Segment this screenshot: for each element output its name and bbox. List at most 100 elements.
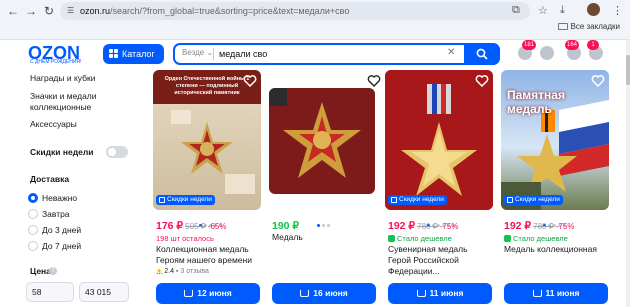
profile-avatar[interactable] (587, 3, 600, 16)
category-awards[interactable]: Награды и кубки (30, 73, 95, 84)
search-icon (476, 48, 488, 60)
url-host: ozon.ru (80, 6, 111, 16)
medal-photo (269, 88, 375, 194)
page-scrollbar[interactable] (626, 40, 630, 307)
radio-delivery-3days[interactable] (28, 225, 38, 235)
product-card[interactable]: Орден Отечественной войны 1 степени — по… (153, 70, 261, 307)
product-title[interactable]: Медаль (272, 232, 376, 243)
add-to-cart-button[interactable]: 12 июня (156, 283, 260, 304)
download-icon[interactable]: ⤓ (560, 4, 565, 17)
product-card[interactable]: Скидки недели 192 ₽780 ₽ -75% Стало дешев… (385, 70, 493, 307)
info-icon[interactable]: ? (49, 267, 57, 275)
favorite-heart-icon[interactable] (475, 74, 489, 88)
grid-icon (109, 49, 118, 58)
product-price-value: 176 ₽ (156, 220, 184, 232)
delivery-date: 12 июня (197, 288, 232, 298)
product-rating: ★ 2.4 ▪ 3 отзыва (156, 267, 209, 275)
product-image[interactable]: Памятная медаль Скидки недели (501, 70, 609, 210)
cart-icon (532, 290, 542, 297)
bookmark-star-icon[interactable]: ☆ (538, 4, 548, 17)
browser-toolbar: ← → ↻ ☰ ozon.ru/search/?from_global=true… (0, 0, 630, 40)
orders-icon[interactable] (540, 46, 554, 60)
add-to-cart-button[interactable]: 16 июня (272, 283, 376, 304)
price-dropped: Стало дешевле (504, 234, 568, 243)
price-from-input[interactable]: 58 (26, 282, 74, 302)
product-title[interactable]: Медаль коллекционная (504, 244, 608, 255)
product-price: 176 ₽505 ₽ -65% (156, 220, 226, 232)
cart-icon (300, 290, 310, 297)
delivery-date: 11 июня (545, 288, 580, 298)
product-discount: -65% (207, 222, 227, 231)
cart-icon (184, 290, 194, 297)
cart-icon (416, 290, 426, 297)
product-card[interactable]: 190 ₽ Медаль 16 июня (269, 70, 381, 307)
search-input[interactable] (219, 46, 439, 62)
week-discount-tag-label: Скидки недели (167, 196, 212, 203)
product-card[interactable]: Памятная медаль Скидки недели 192 ₽780 ₽… (501, 70, 609, 307)
delivery-heading: Доставка (30, 174, 70, 184)
forward-icon[interactable]: → (24, 4, 38, 18)
address-bar[interactable]: ☰ ozon.ru/search/?from_global=true&sorti… (60, 2, 530, 20)
price-dropped-label: Стало дешевле (513, 234, 568, 243)
tag-icon (159, 197, 165, 203)
search-button[interactable] (464, 43, 500, 65)
catalog-label: Каталог (122, 49, 155, 59)
stock-left: 198 шт осталось (156, 234, 214, 243)
favorite-heart-icon[interactable] (591, 74, 605, 88)
product-title[interactable]: Сувенирная медаль Герой Российской Федер… (388, 244, 492, 277)
favorite-heart-icon[interactable] (243, 74, 257, 88)
all-bookmarks[interactable]: Все закладки (557, 22, 620, 31)
product-price-value: 192 ₽ (504, 220, 532, 232)
clear-search-icon[interactable]: ✕ (447, 47, 455, 58)
scrollbar-thumb[interactable] (626, 55, 630, 85)
catalog-button[interactable]: Каталог (103, 44, 164, 64)
check-icon (388, 235, 395, 242)
price-to-input[interactable]: 43 015 (79, 282, 129, 302)
delivery-tomorrow-label: Завтра (42, 209, 70, 219)
image-pager (427, 214, 457, 227)
radio-delivery-any[interactable] (28, 193, 38, 203)
profile-badge: 181 (522, 40, 537, 50)
product-price-value: 190 ₽ (272, 220, 300, 232)
add-to-cart-button[interactable]: 11 июня (388, 283, 492, 304)
tag-icon (507, 197, 513, 203)
hero-star-medal-illustration (385, 70, 493, 210)
reviews-icon: ▪ (175, 268, 179, 275)
menu-icon[interactable]: ⋮ (612, 4, 623, 17)
site-settings-icon[interactable]: ☰ (67, 5, 77, 15)
product-old-price: 505 ₽ (185, 222, 206, 231)
cart-badge: 1 (587, 40, 599, 50)
radio-delivery-7days[interactable] (28, 241, 38, 251)
delivery-3days-label: До 3 дней (42, 225, 82, 235)
add-to-cart-button[interactable]: 11 июня (504, 283, 608, 304)
product-old-price: 780 ₽ (417, 222, 438, 231)
radio-delivery-tomorrow[interactable] (28, 209, 38, 219)
week-discount-toggle[interactable] (106, 146, 128, 158)
translate-icon[interactable]: ⧉ (512, 4, 520, 17)
url-path: /search/?from_global=true&sorting=price&… (110, 6, 350, 16)
site-header: OZON С ДНЁМ РОЖДЕНИЯ! Каталог Везде ⌄ ✕ … (0, 40, 630, 68)
search-box: Везде ⌄ ✕ (173, 43, 500, 65)
product-price: 192 ₽780 ₽ -75% (504, 220, 574, 232)
favorites-badge: 164 (565, 40, 580, 50)
reload-icon[interactable]: ↻ (42, 4, 56, 18)
week-discount-label: Скидки недели (30, 147, 94, 157)
category-badges-medals[interactable]: Значки и медали коллекционные (30, 91, 120, 113)
product-image[interactable] (269, 88, 375, 194)
search-scope-select[interactable]: Везде ⌄ (182, 48, 213, 57)
search-divider (213, 48, 214, 60)
image-caption: Памятная медаль (507, 88, 565, 116)
category-accessories[interactable]: Аксессуары (30, 119, 77, 130)
rating-value: 2.4 (164, 268, 174, 275)
folder-icon (557, 23, 568, 30)
price-dropped-label: Стало дешевле (397, 234, 452, 243)
product-image[interactable]: Скидки недели (385, 70, 493, 210)
product-image[interactable]: Орден Отечественной войны 1 степени — по… (153, 70, 261, 210)
product-discount: -75% (555, 222, 575, 231)
favorite-heart-icon[interactable] (367, 74, 381, 88)
price-heading: Цена (30, 266, 51, 276)
week-discount-tag: Скидки недели (388, 195, 447, 205)
back-icon[interactable]: ← (6, 4, 20, 18)
product-price-value: 192 ₽ (388, 220, 416, 232)
logo-tagline: С ДНЁМ РОЖДЕНИЯ! (30, 59, 82, 65)
